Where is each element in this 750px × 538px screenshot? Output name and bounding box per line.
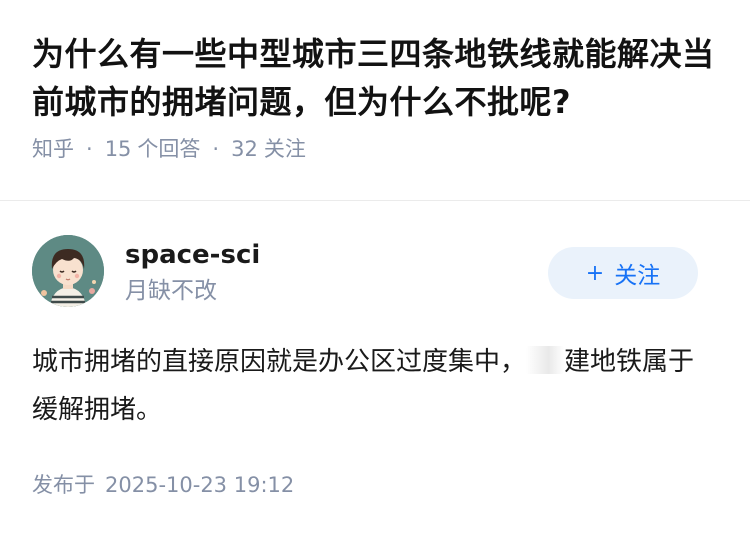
follow-button[interactable]: + 关注	[548, 247, 698, 299]
publish-info: 发布于 2025-10-23 19:12	[32, 470, 294, 500]
publish-datetime: 2025-10-23 19:12	[105, 473, 295, 497]
question-header: 为什么有一些中型城市三四条地铁线就能解决当前城市的拥堵问题，但为什么不批呢? 知…	[32, 30, 722, 164]
source-label[interactable]: 知乎	[32, 137, 74, 161]
author-name[interactable]: space-sci	[125, 239, 260, 271]
publish-label: 发布于	[32, 473, 95, 497]
answer-count: 15	[104, 137, 132, 161]
avatar[interactable]	[32, 235, 104, 307]
redaction-block	[526, 346, 565, 374]
author-bio: 月缺不改	[125, 278, 217, 304]
section-divider	[0, 200, 750, 201]
answer-body[interactable]: 城市拥堵的直接原因就是办公区过度集中， 建地铁属于缓解拥堵。	[32, 338, 718, 434]
meta-separator: ·	[212, 137, 220, 161]
question-title[interactable]: 为什么有一些中型城市三四条地铁线就能解决当前城市的拥堵问题，但为什么不批呢?	[32, 30, 722, 126]
plus-icon: +	[585, 260, 605, 286]
follower-count-label: 关注	[263, 137, 306, 161]
avatar-cartoon-boy-icon	[32, 235, 104, 307]
author-row: space-sci 月缺不改 + 关注	[32, 235, 718, 311]
answer-count-label: 个回答	[137, 137, 201, 161]
follower-count: 32	[231, 137, 258, 161]
meta-separator: ·	[86, 137, 93, 161]
question-meta: 知乎 · 15 个回答 · 32 关注	[32, 134, 722, 164]
answer-text-part-1: 城市拥堵的直接原因就是办公区过度集中，	[32, 347, 527, 377]
follow-button-label: 关注	[614, 263, 661, 289]
